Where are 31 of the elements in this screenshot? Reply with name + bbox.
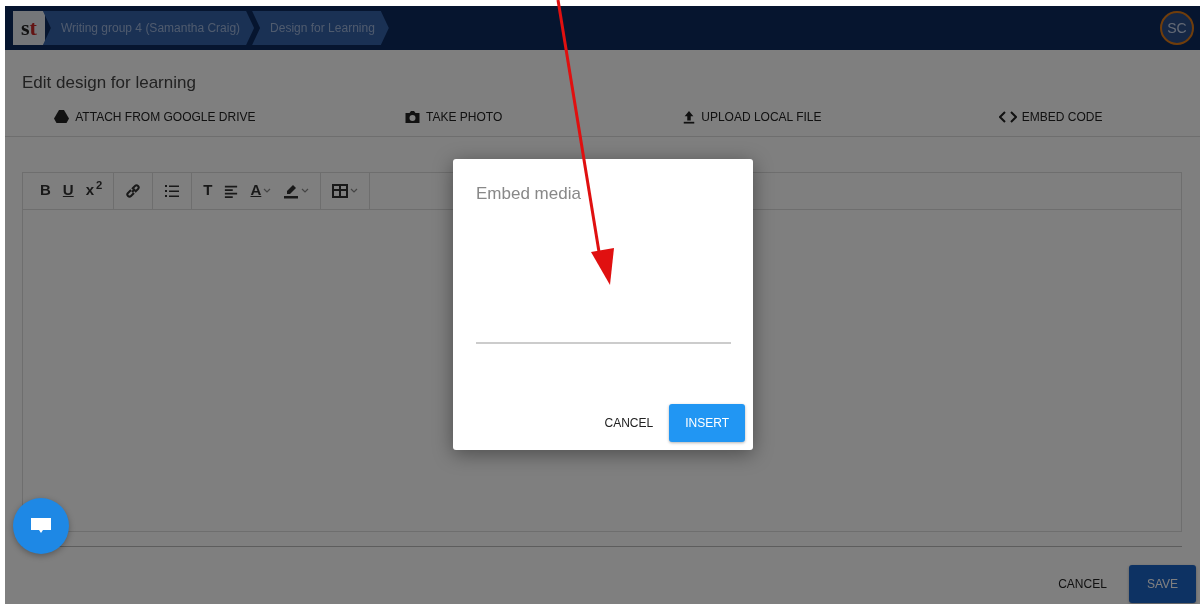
logo[interactable]: st [13,11,45,45]
toolbar-button[interactable]: U [57,177,79,204]
caret-icon [301,187,310,194]
cancel-button[interactable]: CANCEL [1052,564,1113,603]
chat-icon [30,517,52,535]
drive-icon [53,108,71,125]
list-icon [164,182,181,199]
link-icon [125,182,142,199]
page-title: Edit design for learning [21,72,197,94]
dialog-title: Embed media [476,183,582,205]
attach-action[interactable]: ATTACH FROM GOOGLE DRIVE [5,107,304,126]
toolbar-button[interactable]: A [245,177,277,204]
attach-action[interactable]: TAKE PHOTO [303,107,603,126]
toolbar-button[interactable]: x$^{2}$ [80,177,108,204]
upload-icon [682,108,697,125]
toolbar-button[interactable]: T [198,177,218,204]
caret-icon [350,187,359,194]
code-icon [998,110,1017,123]
cancel-button[interactable]: CANCEL [598,404,660,442]
chat-button[interactable] [13,498,69,554]
attach-action[interactable]: EMBED CODE [901,107,1200,126]
save-button[interactable]: SAVE [1128,564,1196,603]
toolbar-button[interactable]: B [35,177,56,204]
align-left-icon [224,183,239,198]
user-avatar[interactable]: SC [1160,11,1194,45]
insert-button[interactable]: INSERT [669,404,745,442]
camera-icon [404,108,421,125]
caret-icon [263,187,272,194]
attach-action[interactable]: UPLOAD LOCAL FILE [602,107,902,126]
highlighter-icon [283,182,300,199]
table-icon [332,183,349,198]
